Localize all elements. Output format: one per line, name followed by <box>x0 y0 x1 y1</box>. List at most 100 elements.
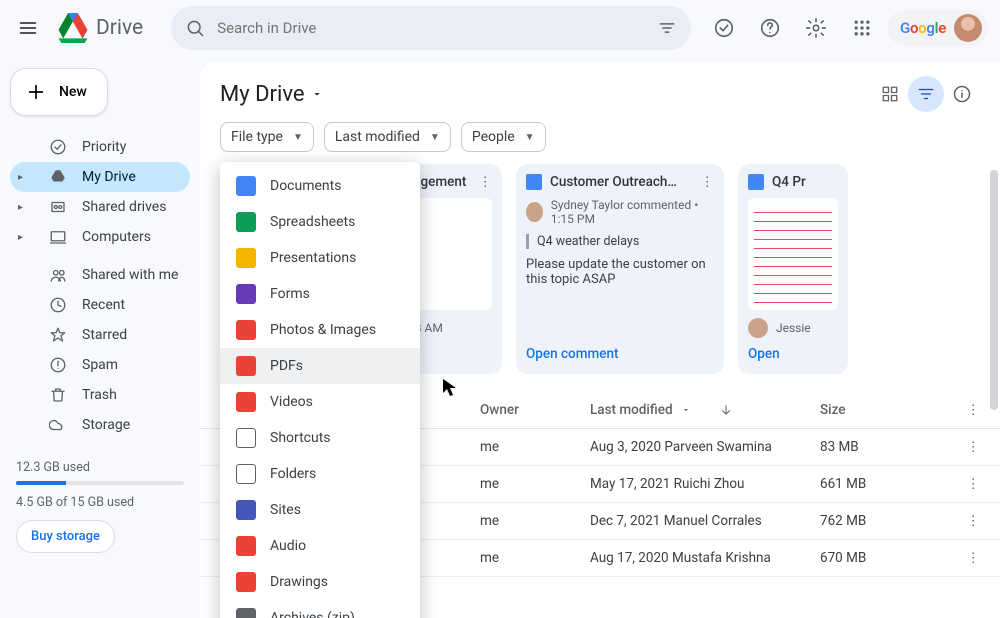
suggested-card[interactable]: Customer Outreach…⋮ Sydney Taylor commen… <box>516 164 724 374</box>
file-type-option-documents[interactable]: Documents <box>220 168 420 204</box>
file-type-label: PDFs <box>270 358 303 374</box>
info-icon <box>952 84 972 104</box>
sidebar-item-label: My Drive <box>82 169 136 185</box>
drive-logo[interactable]: Drive <box>56 13 143 43</box>
file-type-option-archives-zip-[interactable]: Archives (zip) <box>220 600 420 618</box>
arrow-down-icon <box>719 403 733 417</box>
file-type-icon <box>236 536 256 556</box>
storage-summary: 12.3 GB used 4.5 GB of 15 GB used Buy st… <box>10 460 190 553</box>
file-type-menu[interactable]: DocumentsSpreadsheetsPresentations Forms P… <box>220 162 420 618</box>
top-right-actions: Google <box>704 8 988 48</box>
open-link[interactable]: Open <box>748 346 838 362</box>
row-more-button[interactable]: ⋮ <box>940 513 980 529</box>
account-badge[interactable]: Google <box>888 10 988 46</box>
row-modified: Dec 7, 2021 Manuel Corrales <box>590 513 820 529</box>
chip-label: People <box>472 129 515 145</box>
row-modified: Aug 3, 2020 Parveen Swamina <box>590 439 820 455</box>
user-avatar[interactable] <box>954 14 982 42</box>
file-type-icon <box>236 464 256 484</box>
sidebar-item-storage[interactable]: Storage <box>10 410 190 440</box>
help-button[interactable] <box>750 8 790 48</box>
apps-grid-icon <box>852 18 872 38</box>
search-input[interactable] <box>217 19 645 37</box>
sidebar-item-starred[interactable]: Starred <box>10 320 190 350</box>
ready-offline-button[interactable] <box>704 8 744 48</box>
docs-icon <box>526 174 542 190</box>
row-size: 661 MB <box>820 476 940 492</box>
sidebar-item-shared-drives[interactable]: ▸Shared drives <box>10 192 190 222</box>
file-type-option-presentations[interactable]: Presentations <box>220 240 420 276</box>
file-type-icon <box>236 428 256 448</box>
chevron-down-icon <box>311 88 323 100</box>
file-type-option-videos[interactable]: Videos <box>220 384 420 420</box>
file-type-label: Archives (zip) <box>270 610 355 618</box>
file-type-label: Forms <box>270 286 310 302</box>
card-subtitle: Sydney Taylor commented • 1:15 PM <box>551 198 714 226</box>
expand-caret-icon: ▸ <box>18 232 34 243</box>
file-type-option-pdfs[interactable]: PDFs <box>220 348 420 384</box>
settings-button[interactable] <box>796 8 836 48</box>
col-modified-label: Last modified <box>590 402 673 418</box>
card-subtitle: Jessie <box>776 321 811 335</box>
file-type-option-drawings[interactable]: Drawings <box>220 564 420 600</box>
main-panel: My Drive File type▼Last modified▼People▼… <box>200 62 1000 618</box>
main-menu-button[interactable] <box>8 8 48 48</box>
sidebar-item-priority[interactable]: Priority <box>10 132 190 162</box>
storage-quota-text: 4.5 GB of 15 GB used <box>16 495 184 510</box>
search-options-icon[interactable] <box>657 18 677 38</box>
buy-storage-button[interactable]: Buy storage <box>16 520 115 553</box>
sidebar-item-shared-with-me[interactable]: Shared with me <box>10 260 190 290</box>
card-more-button[interactable]: ⋮ <box>479 174 493 190</box>
comment-body: Please update the customer on this topic… <box>526 257 714 287</box>
sidebar-item-label: Storage <box>82 417 130 433</box>
file-type-option-sites[interactable]: Sites <box>220 492 420 528</box>
col-owner[interactable]: Owner <box>480 402 590 418</box>
grid-view-button[interactable] <box>872 76 908 112</box>
filter-chips: File type▼ Last modified▼ People ▼ <box>200 122 1000 164</box>
row-more-button[interactable]: ⋮ <box>940 439 980 455</box>
chevron-down-icon: ▼ <box>525 132 535 143</box>
file-type-option-folders[interactable]: Folders <box>220 456 420 492</box>
sidebar-item-label: Recent <box>82 297 125 313</box>
filter-view-button[interactable] <box>908 76 944 112</box>
row-more-button[interactable]: ⋮ <box>940 550 980 566</box>
row-owner: me <box>480 476 590 492</box>
computers-icon <box>48 227 68 247</box>
sidebar-item-my-drive[interactable]: ▸ My Drive <box>10 162 190 192</box>
scrollbar[interactable] <box>990 170 998 410</box>
row-size: 762 MB <box>820 513 940 529</box>
row-modified: May 17, 2021 Ruichi Zhou <box>590 476 820 492</box>
location-title[interactable]: My Drive <box>220 82 323 107</box>
filter-chip-file-type[interactable]: File type▼ <box>220 122 314 152</box>
file-type-icon <box>236 500 256 520</box>
card-more-button[interactable]: ⋮ <box>701 174 715 190</box>
new-button[interactable]: New <box>10 68 108 116</box>
col-modified[interactable]: Last modified <box>590 402 820 418</box>
file-type-option-audio[interactable]: Audio <box>220 528 420 564</box>
details-button[interactable] <box>944 76 980 112</box>
sidebar-item-recent[interactable]: Recent <box>10 290 190 320</box>
sidebar-item-computers[interactable]: ▸Computers <box>10 222 190 252</box>
row-owner: me <box>480 550 590 566</box>
col-size[interactable]: Size <box>820 402 940 418</box>
chevron-down-icon: ▼ <box>293 132 303 143</box>
sidebar-item-trash[interactable]: Trash <box>10 380 190 410</box>
suggested-card[interactable]: Q4 Pr Jessie Open <box>738 164 848 374</box>
file-type-option-shortcuts[interactable]: Shortcuts <box>220 420 420 456</box>
expand-caret-icon: ▸ <box>18 172 34 183</box>
file-type-option-forms[interactable]: Forms <box>220 276 420 312</box>
open-comment-link[interactable]: Open comment <box>526 346 714 362</box>
file-type-icon <box>236 572 256 592</box>
table-header-more[interactable]: ⋮ <box>940 402 980 418</box>
help-icon <box>759 17 781 39</box>
file-type-option-photos-images[interactable]: Photos & Images <box>220 312 420 348</box>
row-more-button[interactable]: ⋮ <box>940 476 980 492</box>
plus-icon <box>25 81 47 103</box>
search-bar[interactable] <box>171 6 691 50</box>
sidebar-item-spam[interactable]: Spam <box>10 350 190 380</box>
file-type-option-spreadsheets[interactable]: Spreadsheets <box>220 204 420 240</box>
filter-chip-people[interactable]: People ▼ <box>461 122 546 152</box>
filter-chip-last-modified[interactable]: Last modified▼ <box>324 122 451 152</box>
apps-button[interactable] <box>842 8 882 48</box>
gear-icon <box>805 17 827 39</box>
